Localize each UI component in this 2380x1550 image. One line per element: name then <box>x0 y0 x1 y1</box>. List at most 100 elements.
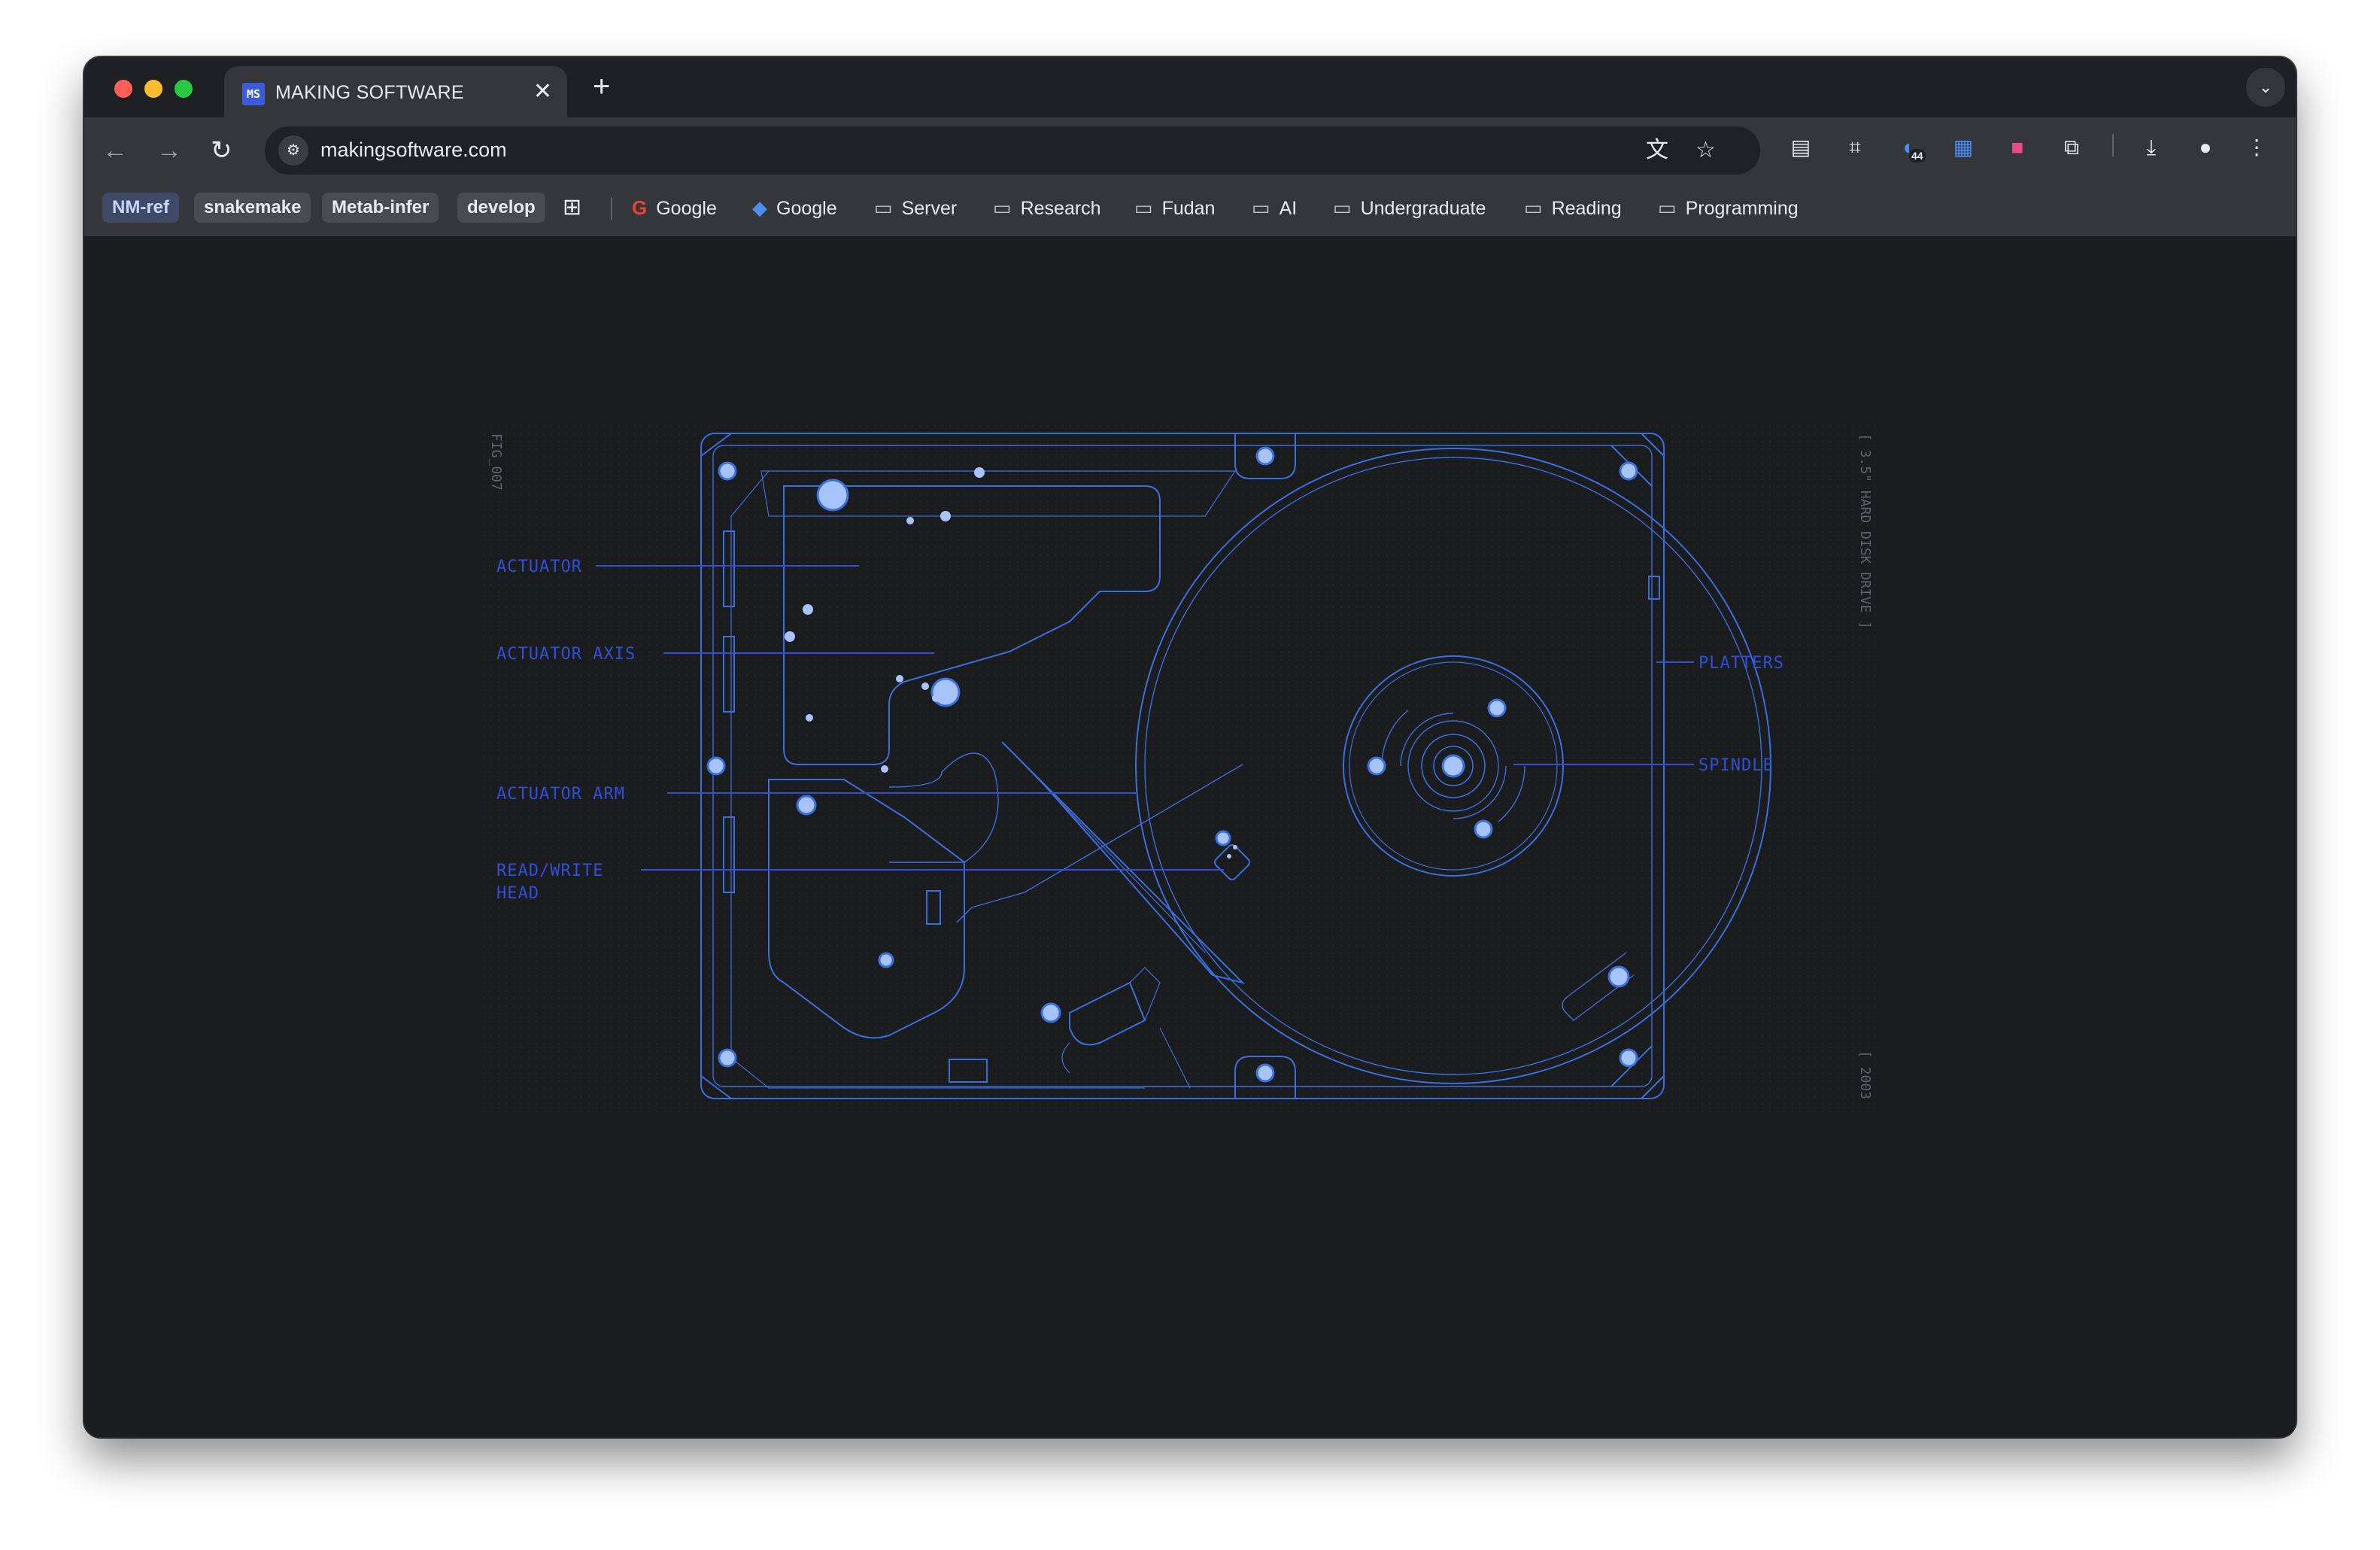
back-icon[interactable]: ← <box>102 134 128 167</box>
label-platters: PLATTERS <box>1698 654 1784 673</box>
bookmark-label: Server <box>901 198 958 219</box>
figure-year: [ 2003 <box>1857 1050 1873 1099</box>
label-actuator-arm: ACTUATOR ARM <box>496 785 625 804</box>
actuator-hole <box>942 683 948 689</box>
bookmark-label: AI <box>1279 198 1298 219</box>
tab-strip: MS MAKING SOFTWARE ✕ + ⌄ <box>84 57 2296 117</box>
actuator-hole <box>803 604 813 615</box>
google-icon: G <box>632 196 648 219</box>
gemini-icon: ◆ <box>752 196 767 219</box>
folder-icon: ▭ <box>1524 196 1543 219</box>
folder-icon: ▭ <box>1134 196 1153 219</box>
label-actuator-axis: ACTUATOR AXIS <box>496 645 636 664</box>
toolbar-divider <box>2112 134 2114 157</box>
folder-icon: ▭ <box>1252 196 1270 219</box>
extensions-puzzle-icon[interactable]: ⧉ <box>2057 132 2087 163</box>
forward-icon[interactable]: → <box>156 134 182 167</box>
reader-mode-icon[interactable]: ▤ <box>1786 132 1816 163</box>
bookmark-label: Programming <box>1685 198 1799 219</box>
top-boss-screw <box>1255 446 1275 466</box>
tab-title: MAKING SOFTWARE <box>275 82 464 103</box>
hub-screw <box>1487 698 1507 718</box>
new-tab-button[interactable]: + <box>593 68 610 105</box>
corner-screw <box>1619 1048 1638 1068</box>
active-tab[interactable]: MS MAKING SOFTWARE ✕ <box>224 66 567 117</box>
url-text[interactable]: makingsoftware.com <box>320 138 507 162</box>
hdd-figure: ACTUATOR ACTUATOR AXIS ACTUATOR ARM READ… <box>483 426 1882 1118</box>
actuator-hole <box>921 682 929 690</box>
bookmark-folder-ai[interactable]: ▭ AI <box>1252 193 1297 223</box>
bookmark-label: Google <box>776 198 837 219</box>
bookmark-label: Research <box>1020 198 1101 219</box>
actuator-hole <box>940 511 951 521</box>
bookmark-chip-snakemake[interactable]: snakemake <box>194 193 311 223</box>
figure-side-title: [ 3.5" HARD DISK DRIVE ] <box>1857 433 1873 629</box>
bookmark-chip-develop[interactable]: develop <box>457 193 545 223</box>
profile-avatar[interactable]: ● <box>2190 132 2221 163</box>
apps-grid-icon[interactable]: ⊞ <box>563 193 581 223</box>
figure-id: FIG_007 <box>488 433 504 491</box>
actuator-hole <box>974 467 985 478</box>
head-hole <box>1227 854 1231 859</box>
spindle-screw <box>1441 754 1465 778</box>
folder-icon: ▭ <box>1658 196 1677 219</box>
dictionary-extension-icon[interactable]: ■ <box>2002 132 2032 163</box>
bookmark-label: Undergraduate <box>1360 198 1486 219</box>
bookmark-chip-nm-ref[interactable]: NM-ref <box>102 193 179 223</box>
site-info-icon[interactable]: ⚙ <box>278 135 308 166</box>
side-screw <box>706 756 726 776</box>
reload-icon[interactable]: ↻ <box>211 134 232 167</box>
bookmark-label: Reading <box>1551 198 1622 219</box>
download-icon[interactable]: ⤓ <box>2136 132 2166 163</box>
maximize-window-button[interactable] <box>175 80 193 98</box>
magnet-screw <box>796 795 817 816</box>
actuator-hole <box>881 765 888 773</box>
bookmark-star-icon[interactable]: ☆ <box>1695 137 1716 164</box>
address-bar[interactable]: ⚙ makingsoftware.com 文 ☆ <box>265 126 1760 175</box>
bookmark-folder-undergraduate[interactable]: ▭ Undergraduate <box>1333 193 1486 223</box>
actuator-hole <box>906 517 914 524</box>
bookmark-folder-reading[interactable]: ▭ Reading <box>1524 193 1622 223</box>
magnet-screw <box>878 952 894 968</box>
menu-kebab-icon[interactable]: ⋮ <box>2242 132 2272 163</box>
bookmark-google-gemini[interactable]: ◆ Google <box>752 193 837 223</box>
close-window-button[interactable] <box>114 80 132 98</box>
actuator-hole <box>896 675 903 682</box>
figure-grid-background <box>483 426 1882 1118</box>
actuator-hole <box>785 631 795 642</box>
bookmark-chip-metab-infer[interactable]: Metab-infer <box>322 193 439 223</box>
translate-icon[interactable]: 文 <box>1646 137 1668 164</box>
bookmark-folder-fudan[interactable]: ▭ Fudan <box>1134 193 1215 223</box>
bookmark-folder-research[interactable]: ▭ Research <box>993 193 1101 223</box>
sidebar-extension-icon[interactable]: ▦ <box>1948 132 1978 163</box>
bookmark-folder-programming[interactable]: ▭ Programming <box>1658 193 1799 223</box>
close-tab-icon[interactable]: ✕ <box>533 78 552 105</box>
label-actuator: ACTUATOR <box>496 558 582 576</box>
actuator-hole <box>806 714 813 722</box>
bookmark-folder-server[interactable]: ▭ Server <box>874 193 957 223</box>
bookmarks-divider <box>611 197 612 220</box>
extension-badge: 44 <box>1909 149 1926 163</box>
label-spindle: SPINDLE <box>1698 756 1774 775</box>
translate-extension-icon[interactable]: ⌗ <box>1840 132 1870 163</box>
hub-screw <box>1367 756 1386 776</box>
browser-window: MS MAKING SOFTWARE ✕ + ⌄ ← → ↻ ⚙ makings… <box>84 57 2296 1437</box>
folder-icon: ▭ <box>874 196 893 219</box>
hub-screw <box>1474 819 1493 839</box>
head-screw <box>1215 830 1231 846</box>
tab-search-button[interactable]: ⌄ <box>2246 68 2285 107</box>
folder-icon: ▭ <box>993 196 1012 219</box>
bookmark-label: Google <box>656 198 717 219</box>
actuator-hole <box>932 694 940 702</box>
minimize-window-button[interactable] <box>144 80 162 98</box>
bookmark-label: Fudan <box>1161 198 1216 219</box>
bottom-boss-screw <box>1255 1063 1275 1083</box>
extension-counter-icon[interactable]: ◐ 44 <box>1894 132 1926 163</box>
label-rw-head-line2: HEAD <box>496 884 539 903</box>
head-hole <box>1233 845 1237 849</box>
bookmark-google[interactable]: G Google <box>632 193 717 223</box>
filter-screw <box>1607 965 1630 988</box>
favicon-icon: MS <box>242 83 265 105</box>
bookmarks-bar: NM-ref snakemake Metab-infer develop ⊞ G… <box>84 187 2296 229</box>
corner-screw <box>718 1048 737 1068</box>
